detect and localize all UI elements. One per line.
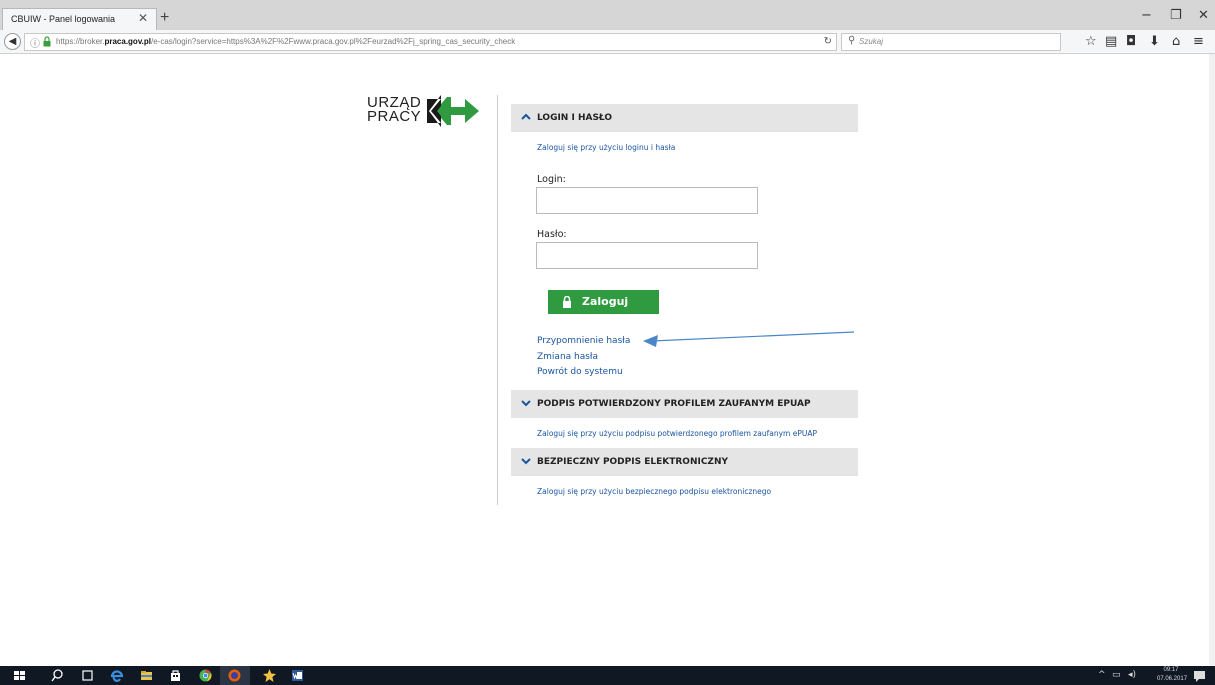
info-icon[interactable]: ⓘ bbox=[30, 35, 40, 50]
password-field[interactable] bbox=[536, 242, 758, 269]
taskbar: ^ ▭ ◂) 09:17 07.06.2017 bbox=[0, 666, 1215, 685]
task-view-icon[interactable] bbox=[80, 668, 95, 683]
address-bar[interactable]: ⓘ https://broker.praca.gov.pl/e-cas/logi… bbox=[24, 33, 837, 51]
search-icon[interactable] bbox=[50, 668, 65, 683]
annotation-arrow-icon bbox=[643, 331, 855, 347]
section-title: BEZPIECZNY PODPIS ELEKTRONICZNY bbox=[537, 457, 729, 467]
browser-tab[interactable]: CBUIW - Panel logowania ✕ bbox=[2, 8, 157, 30]
tab-close-icon[interactable]: ✕ bbox=[138, 11, 148, 25]
browser-tab-bar: CBUIW - Panel logowania ✕ + − ❐ ✕ bbox=[0, 0, 1215, 30]
back-arrow-icon[interactable]: ◀ bbox=[4, 33, 21, 50]
menu-icon[interactable]: ≡ bbox=[1193, 35, 1204, 49]
scrollbar[interactable] bbox=[1209, 54, 1215, 666]
logo-text: URZĄD PRACY bbox=[367, 94, 422, 125]
section-esign-header[interactable]: BEZPIECZNY PODPIS ELEKTRONICZNY bbox=[511, 448, 858, 476]
clock-date: 07.06.2017 bbox=[1157, 676, 1188, 682]
divider bbox=[497, 95, 498, 505]
edge-browser-icon[interactable] bbox=[109, 668, 124, 683]
back-to-system-link[interactable]: Powrót do systemu bbox=[537, 367, 623, 377]
home-icon[interactable]: ⌂ bbox=[1172, 35, 1180, 49]
new-tab-button[interactable]: + bbox=[160, 9, 169, 27]
section-title: PODPIS POTWIERDZONY PROFILEM ZAUFANYM EP… bbox=[537, 399, 811, 409]
section-login-header[interactable]: LOGIN I HASŁO bbox=[511, 104, 858, 132]
firefox-active-task[interactable] bbox=[220, 666, 250, 685]
close-window-icon[interactable]: ✕ bbox=[1198, 8, 1209, 23]
tab-title: CBUIW - Panel logowania bbox=[11, 14, 116, 24]
section-login-subtitle[interactable]: Zaloguj się przy użyciu loginu i hasła bbox=[537, 143, 675, 152]
pocket-icon[interactable]: ◘ bbox=[1126, 35, 1136, 49]
section-epuap-header[interactable]: PODPIS POTWIERDZONY PROFILEM ZAUFANYM EP… bbox=[511, 390, 858, 418]
network-icon[interactable]: ▭ bbox=[1112, 670, 1121, 680]
login-label: Login: bbox=[537, 174, 566, 185]
lock-icon bbox=[43, 36, 51, 47]
password-reminder-link[interactable]: Przypomnienie hasła bbox=[537, 336, 630, 346]
reload-icon[interactable]: ↻ bbox=[824, 36, 832, 47]
tray-chevron-up-icon[interactable]: ^ bbox=[1098, 670, 1106, 680]
notifications-icon[interactable] bbox=[1192, 668, 1207, 683]
login-button-label: Zaloguj bbox=[582, 295, 629, 308]
chevron-down-icon bbox=[521, 458, 531, 465]
clock[interactable]: 09:17 07.06.2017 bbox=[1157, 666, 1188, 684]
password-label: Hasło: bbox=[537, 229, 567, 240]
word-icon[interactable] bbox=[290, 668, 305, 683]
reading-list-icon[interactable]: ▤ bbox=[1105, 35, 1117, 49]
logo-arrows-icon bbox=[427, 95, 479, 127]
section-esign-subtitle[interactable]: Zaloguj się przy użyciu bezpiecznego pod… bbox=[537, 487, 771, 496]
section-epuap-subtitle[interactable]: Zaloguj się przy użyciu podpisu potwierd… bbox=[537, 429, 817, 438]
section-title: LOGIN I HASŁO bbox=[537, 113, 613, 123]
star-app-icon[interactable] bbox=[262, 668, 277, 683]
login-button[interactable]: Zaloguj bbox=[548, 290, 659, 314]
url-text: https://broker.praca.gov.pl/e-cas/login?… bbox=[56, 37, 516, 46]
change-password-link[interactable]: Zmiana hasła bbox=[537, 352, 598, 362]
browser-nav-bar: ◀ ⓘ https://broker.praca.gov.pl/e-cas/lo… bbox=[0, 30, 1215, 54]
download-icon[interactable]: ⬇ bbox=[1149, 35, 1160, 49]
search-placeholder: Szukaj bbox=[859, 37, 884, 46]
bookmark-star-icon[interactable]: ☆ bbox=[1085, 35, 1097, 49]
lock-icon bbox=[563, 296, 571, 308]
minimize-icon[interactable]: − bbox=[1141, 8, 1152, 23]
windows-start-icon[interactable] bbox=[12, 668, 27, 683]
search-icon: ⚲ bbox=[848, 35, 856, 46]
chevron-down-icon bbox=[521, 400, 531, 407]
maximize-icon[interactable]: ❐ bbox=[1170, 8, 1182, 23]
search-bar[interactable]: ⚲ Szukaj bbox=[841, 33, 1061, 51]
volume-icon[interactable]: ◂) bbox=[1128, 670, 1136, 680]
login-field[interactable] bbox=[536, 187, 758, 214]
chrome-icon[interactable] bbox=[198, 668, 213, 683]
chevron-up-icon bbox=[521, 113, 531, 120]
clock-time: 09:17 bbox=[1163, 667, 1179, 673]
store-icon[interactable] bbox=[168, 668, 183, 683]
file-explorer-icon[interactable] bbox=[139, 668, 154, 683]
firefox-icon bbox=[228, 669, 241, 682]
